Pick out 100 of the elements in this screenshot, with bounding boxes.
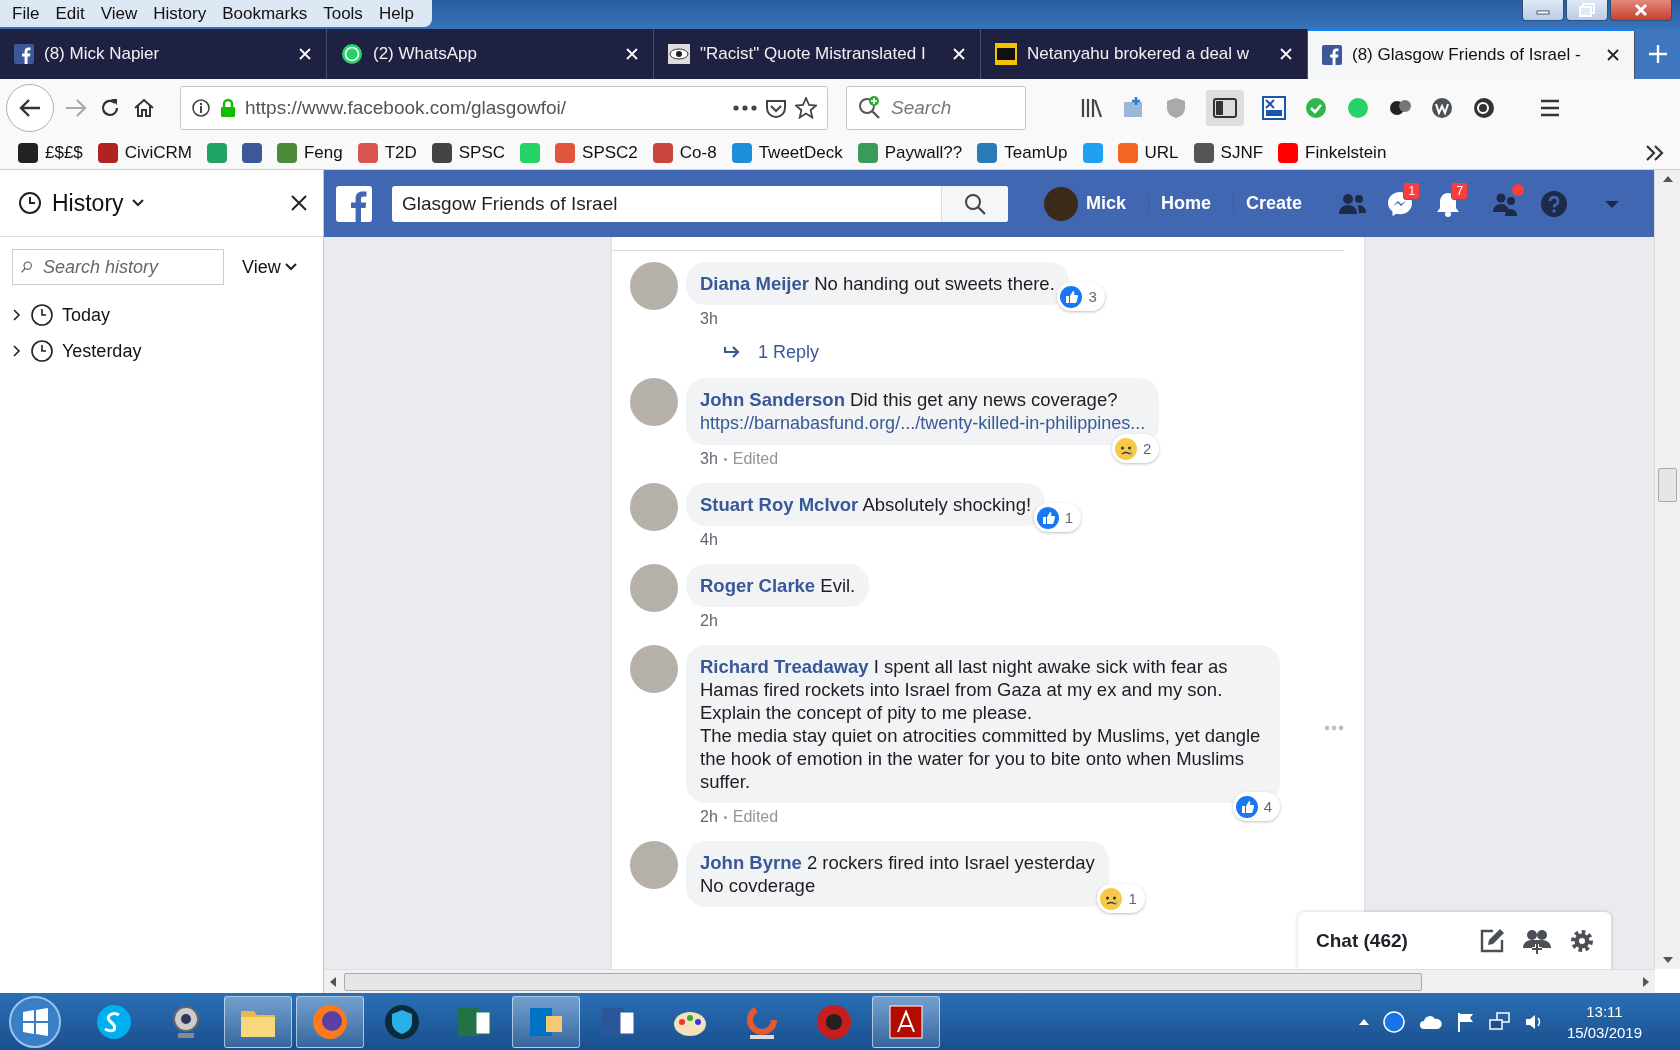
close-icon[interactable] <box>1606 48 1620 62</box>
browser-tab[interactable]: (8) Glasgow Friends of Israel - <box>1308 29 1635 79</box>
menu-item[interactable]: Edit <box>47 3 93 24</box>
comment-time[interactable]: 2h <box>700 612 718 630</box>
search-history-box[interactable]: Search history <box>12 249 224 285</box>
scroll-right-icon <box>1643 976 1649 987</box>
taskbar-app-button[interactable] <box>512 995 580 1048</box>
reaction-count[interactable]: 1 <box>1097 884 1145 913</box>
address-bar[interactable]: https://www.facebook.com/glasgowfoi/ <box>180 85 828 130</box>
compose-icon[interactable] <box>1479 927 1505 954</box>
circle-logo-icon[interactable] <box>1430 95 1454 120</box>
chevrons-icon[interactable] <box>1644 143 1666 162</box>
replies-link[interactable]: 1 Reply <box>724 342 820 363</box>
bookmark[interactable]: SPSC <box>431 142 506 163</box>
pocket-icon[interactable] <box>765 97 787 118</box>
new-tab-button[interactable] <box>1635 29 1680 79</box>
bookmark-icon[interactable] <box>206 142 227 163</box>
horizontal-scrollbar[interactable] <box>324 969 1655 993</box>
menu-item[interactable]: View <box>92 3 146 24</box>
nav-link[interactable]: Create <box>1233 193 1315 214</box>
history-tree-item[interactable]: Yesterday <box>0 333 323 369</box>
menu-item[interactable]: Tools <box>315 3 371 24</box>
close-icon[interactable] <box>291 195 307 211</box>
menu-item[interactable]: File <box>4 3 48 24</box>
reply-arrow-icon <box>724 345 742 360</box>
circle-logo-icon[interactable] <box>1472 95 1496 120</box>
search-icon <box>857 95 881 120</box>
comment-time[interactable]: 2h <box>700 808 718 826</box>
bookmark-icon[interactable] <box>1082 142 1103 163</box>
bookmark[interactable]: Co-8 <box>652 142 717 163</box>
bookmark[interactable]: Paywall?? <box>857 142 963 163</box>
sidebar-title-button[interactable]: History <box>52 189 144 217</box>
clock[interactable]: 13:11 15/03/2019 <box>1566 1000 1642 1043</box>
star-icon[interactable] <box>795 96 817 119</box>
taskbar-app-button[interactable] <box>224 995 292 1048</box>
bookmark[interactable]: SJNF <box>1193 142 1264 163</box>
settings-icon[interactable] <box>1569 927 1595 954</box>
vertical-scrollbar[interactable] <box>1654 170 1680 969</box>
scrollbar-thumb[interactable] <box>344 972 1422 991</box>
checkmark-icon[interactable] <box>1304 95 1328 120</box>
search-button[interactable] <box>941 185 1008 222</box>
scrollbar-thumb[interactable] <box>1658 467 1677 502</box>
help-icon[interactable] <box>1540 189 1569 218</box>
clock-icon <box>30 339 54 363</box>
minimize-button[interactable] <box>1522 0 1564 21</box>
back-button[interactable] <box>6 83 54 132</box>
menu-item[interactable]: Bookmarks <box>214 3 316 24</box>
restore-icon <box>1579 3 1595 17</box>
bookmark[interactable]: SPSC2 <box>555 142 638 163</box>
comment-time[interactable]: 3h <box>700 450 718 468</box>
bookmark[interactable]: T2D <box>357 142 417 163</box>
reader-view-button[interactable] <box>1206 89 1244 126</box>
info-icon[interactable] <box>191 97 211 118</box>
start-button-icon[interactable] <box>8 994 62 1049</box>
show-hidden-icons-icon[interactable] <box>1358 1018 1369 1025</box>
reaction-count[interactable]: 1 <box>1033 503 1082 532</box>
menu-item[interactable]: Help <box>370 3 422 24</box>
search-field[interactable]: Search <box>846 85 1026 130</box>
clock-icon <box>18 191 42 215</box>
view-menu-button[interactable]: View <box>242 256 297 278</box>
bookmark[interactable]: Finkelstein <box>1278 142 1387 163</box>
separator-dot <box>723 457 727 461</box>
taskbar-app-button[interactable] <box>296 995 364 1048</box>
reaction-count[interactable]: 4 <box>1232 792 1280 821</box>
menu-item[interactable]: History <box>145 3 215 24</box>
eye-icon <box>668 44 690 64</box>
maximize-button[interactable] <box>1566 0 1608 21</box>
reaction-count[interactable]: 2 <box>1111 434 1160 463</box>
bookmark[interactable]: TeamUp <box>977 142 1068 163</box>
add-group-icon[interactable] <box>1523 927 1551 954</box>
history-tree-item[interactable]: Today <box>0 297 323 333</box>
bookmark-icon[interactable] <box>241 142 262 163</box>
cloud-icon[interactable] <box>1418 1013 1443 1030</box>
comment-text: Richard Treadaway I spent all last night awake sick with fear as Hamas fired rockets into Israel from Gaza at my ex and my son. Explain the concept of pity to me please. The media stay quiet on atrocities committed by Muslims, yet dangle the hook of emotion in the water for you to bite onto when Muslims suffer. <box>700 656 1261 792</box>
chat-title[interactable]: Chat (462) <box>1316 929 1461 952</box>
facebook-search-box[interactable]: Glasgow Friends of Israel <box>392 185 1008 222</box>
comment-time[interactable]: 3h <box>700 310 718 328</box>
comment-text: Diana Meijer No handing out sweets there. <box>700 273 1055 294</box>
bookmark[interactable]: Feng <box>276 142 343 163</box>
facebook-logo-icon[interactable] <box>336 185 372 222</box>
nav-link[interactable]: Home <box>1148 193 1224 214</box>
circle-logo-icon[interactable] <box>1382 1010 1405 1033</box>
bookmark[interactable]: CiviCRM <box>97 142 192 163</box>
network-icon[interactable] <box>1488 1011 1511 1032</box>
notification-badge: 1 <box>1403 181 1421 200</box>
chevron-down-icon <box>284 263 297 271</box>
bookmark[interactable]: £$£$ <box>18 142 83 163</box>
comment-time[interactable]: 4h <box>700 531 718 549</box>
flag-icon[interactable] <box>1456 1011 1475 1032</box>
back-arrow-icon <box>19 97 41 118</box>
taskbar-app-button[interactable] <box>872 995 940 1048</box>
plus-icon <box>1647 44 1668 64</box>
comment-link[interactable]: https://barnabasfund.org/.../twenty-killed-in-philippines... <box>700 413 1146 433</box>
more-dots-icon[interactable] <box>733 104 757 111</box>
avatar-circle <box>1044 186 1078 221</box>
reaction-count[interactable]: 3 <box>1057 282 1105 311</box>
bookmark[interactable]: TweetDeck <box>731 142 843 163</box>
bookmark[interactable]: URL <box>1117 142 1179 163</box>
close-button[interactable] <box>1610 0 1672 21</box>
profile-link[interactable]: Mick <box>1032 186 1139 221</box>
